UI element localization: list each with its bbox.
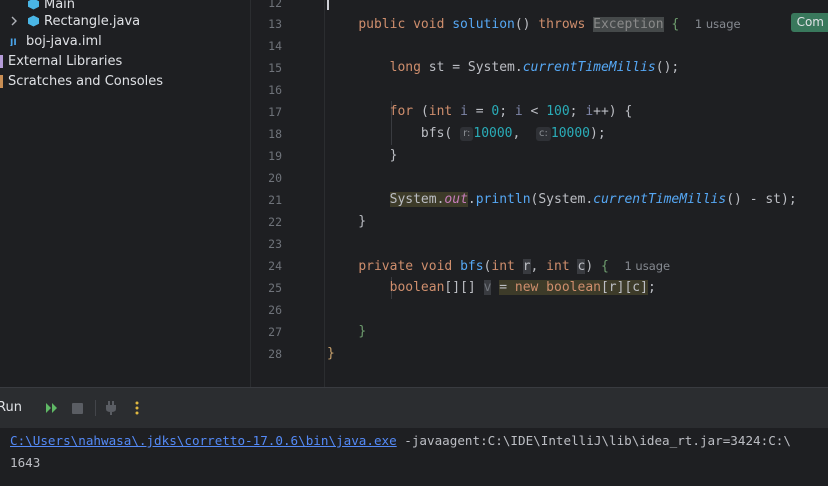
line-number: 25	[268, 281, 282, 295]
line-number: 18	[268, 127, 282, 141]
svg-text:JI: JI	[10, 38, 17, 46]
line-number: 26	[268, 303, 282, 317]
usage-hint[interactable]: 1 usage	[624, 259, 670, 273]
run-tool-window-header: Run	[0, 388, 828, 428]
toolbar-separator	[95, 400, 96, 416]
usage-hint[interactable]: 1 usage	[695, 17, 741, 31]
line-number: 20	[268, 171, 282, 185]
library-icon	[0, 55, 3, 68]
console-command-line: C:\Users\nahwasa\.jdks\corretto-17.0.6\b…	[10, 430, 791, 451]
tree-item-scratches[interactable]: Scratches and Consoles	[0, 71, 250, 91]
rerun-icon[interactable]	[44, 400, 60, 416]
console-output[interactable]: C:\Users\nahwasa\.jdks\corretto-17.0.6\b…	[0, 428, 828, 486]
line-number: 28	[268, 347, 282, 361]
line-number: 27	[268, 325, 282, 339]
scratch-icon	[0, 75, 3, 88]
gutter-divider	[324, 0, 325, 387]
console-output-line: 1643	[10, 455, 41, 470]
java-class-icon	[28, 15, 39, 27]
text-caret	[327, 0, 329, 10]
project-tree-panel: Main Rectangle.java JI boj-java.iml Exte…	[0, 0, 250, 387]
java-exe-link[interactable]: C:\Users\nahwasa\.jdks\corretto-17.0.6\b…	[10, 433, 397, 448]
completion-badge[interactable]: Com	[790, 13, 828, 32]
parameter-hint-c: c:	[536, 127, 551, 141]
java-class-icon	[28, 0, 39, 10]
code-line-15: long st = System.currentTimeMillis();	[389, 60, 680, 75]
code-line-25: boolean[][] v = new boolean[r][c];	[389, 280, 656, 295]
code-line-21: System.out.println(System.currentTimeMil…	[389, 192, 797, 207]
code-line-27: }	[358, 324, 367, 339]
tree-item-rectangle[interactable]: Rectangle.java	[0, 11, 250, 31]
line-number: 14	[268, 39, 282, 53]
code-editor[interactable]: 12 13 14 15 16 17 18 19 20 21 22 23 24 2…	[251, 0, 828, 387]
tree-item-label: Rectangle.java	[44, 13, 141, 29]
code-line-17: for (int i = 0; i < 100; i++) {	[389, 104, 633, 119]
line-number: 13	[268, 17, 282, 31]
code-line-18: bfs( r: 10000, c: 10000);	[327, 126, 606, 141]
line-number: 22	[268, 215, 282, 229]
code-line-24: private void bfs(int r, int c) { 1 usage	[358, 259, 671, 274]
line-number: 16	[268, 83, 282, 97]
tree-item-label: Scratches and Consoles	[8, 73, 164, 89]
tree-item-label: Main	[44, 0, 76, 12]
code-line-19: }	[327, 148, 398, 163]
parameter-hint-r: r:	[460, 127, 474, 141]
iml-file-icon: JI	[10, 38, 17, 46]
run-title[interactable]: Run	[0, 388, 22, 428]
console-args: -javaagent:C:\IDE\IntelliJ\lib\idea_rt.j…	[396, 433, 791, 448]
more-options-icon[interactable]	[129, 400, 145, 416]
line-number: 21	[268, 193, 282, 207]
line-number-gutter: 12 13 14 15 16 17 18 19 20 21 22 23 24 2…	[251, 0, 325, 387]
line-number: 24	[268, 259, 282, 273]
line-number: 15	[268, 61, 282, 75]
tree-item-label: External Libraries	[8, 53, 123, 69]
plug-icon[interactable]	[103, 400, 119, 416]
chevron-right-icon[interactable]	[8, 15, 20, 27]
line-number: 12	[268, 0, 282, 10]
tree-item-external-libraries[interactable]: External Libraries	[0, 51, 250, 71]
stop-icon[interactable]	[69, 400, 85, 416]
code-line-13: public void solution() throws Exception …	[358, 17, 741, 32]
tree-item-label: boj-java.iml	[26, 33, 102, 49]
code-line-22: }	[327, 214, 367, 229]
line-number: 17	[268, 105, 282, 119]
line-number: 19	[268, 149, 282, 163]
tree-item-iml[interactable]: JI boj-java.iml	[0, 31, 250, 51]
code-line-28: }	[327, 346, 335, 361]
line-number: 23	[268, 237, 282, 251]
